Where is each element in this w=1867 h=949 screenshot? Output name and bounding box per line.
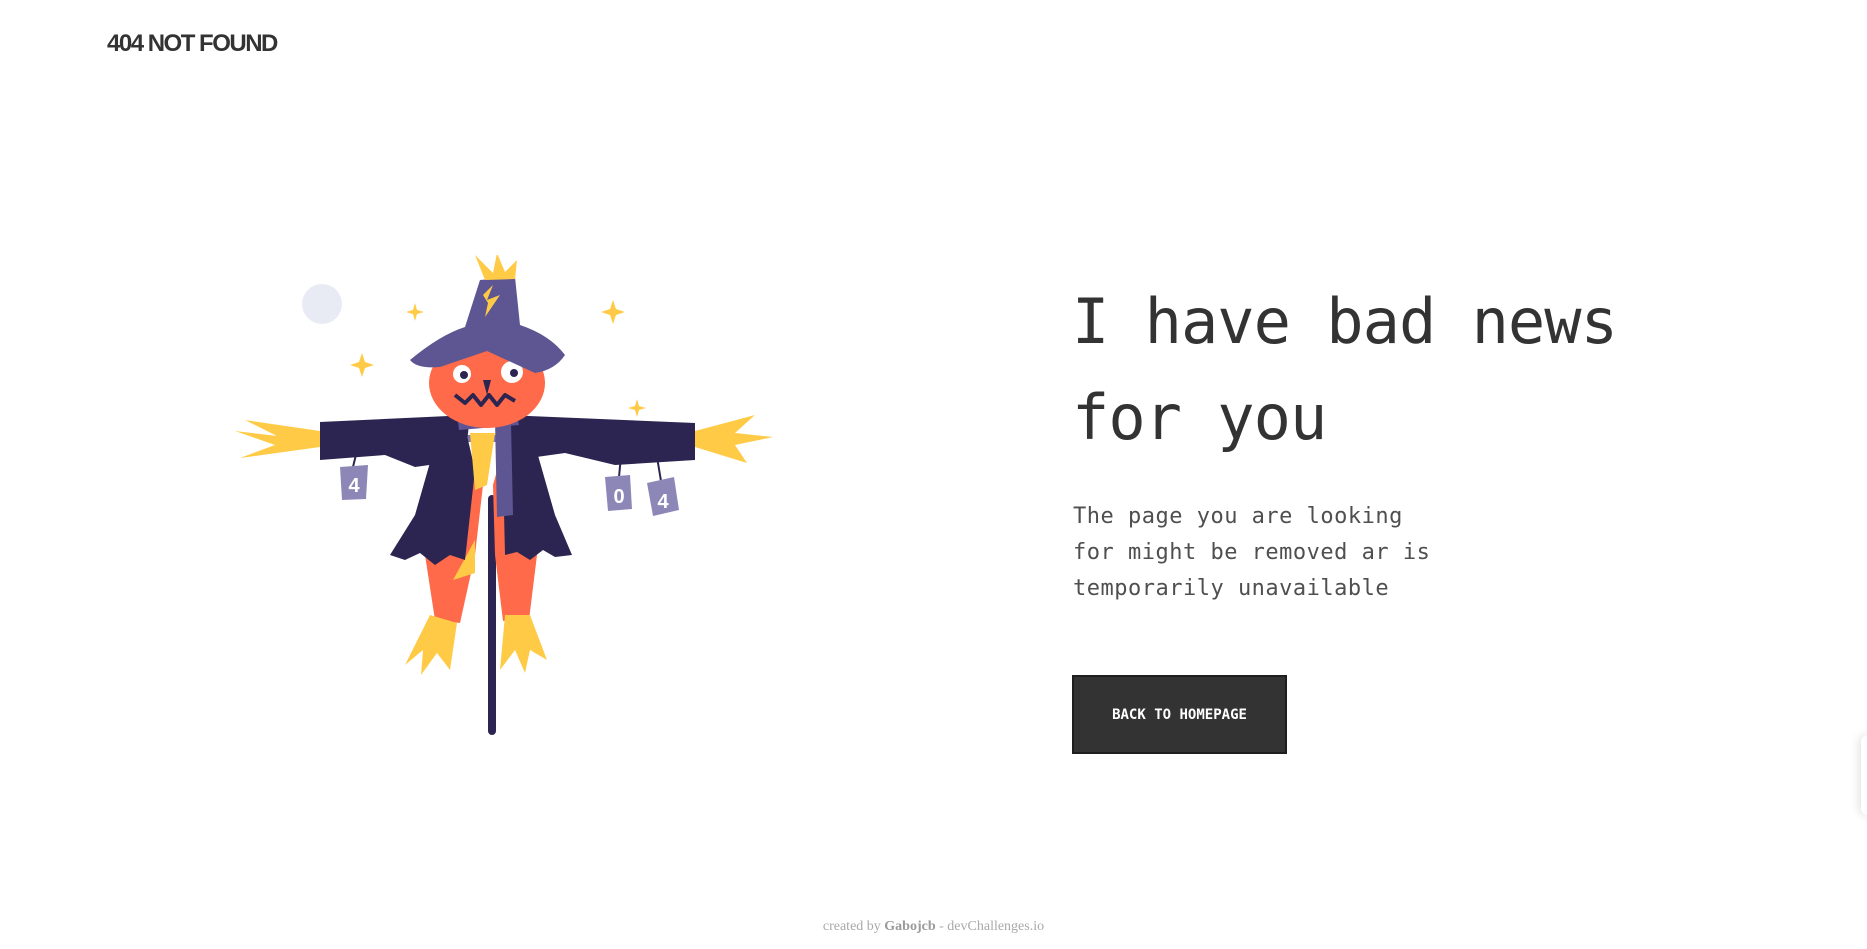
can-right: 4 — [647, 477, 679, 516]
headline-line-1: I have bad news — [1072, 285, 1618, 358]
back-to-homepage-button[interactable]: BACK TO HOMEPAGE — [1072, 675, 1287, 754]
can-middle: 0 — [605, 475, 632, 511]
description-line-2: for might be removed ar is — [1073, 540, 1431, 565]
edge-tab — [1861, 735, 1867, 815]
can-left: 4 — [340, 465, 368, 500]
sparkle-icon — [406, 303, 424, 321]
moon-icon — [302, 284, 342, 324]
page-description: The page you are looking for might be re… — [1073, 499, 1453, 607]
back-to-homepage-label: BACK TO HOMEPAGE — [1112, 706, 1247, 723]
headline-line-2: for you — [1072, 381, 1327, 454]
footer-prefix: created by — [822, 919, 885, 934]
can-left-label: 4 — [348, 475, 360, 497]
footer-suffix: - devChallenges.io — [935, 919, 1045, 934]
page-headline: I have bad news for you — [1072, 274, 1792, 466]
footer-author[interactable]: Gabojcb — [884, 919, 935, 934]
can-right-label: 4 — [657, 491, 669, 513]
brand-title: 404 NOT FOUND — [107, 30, 278, 57]
sparkle-icon — [601, 300, 625, 324]
sparkle-icon — [628, 399, 646, 417]
can-middle-label: 0 — [613, 486, 624, 508]
sparkle-icon — [350, 353, 374, 377]
description-line-1: The page you are looking — [1073, 504, 1403, 529]
footer-credit: created by Gabojcb - devChallenges.io — [0, 919, 1867, 935]
scarecrow-illustration: 4 0 4 — [225, 255, 795, 735]
description-line-3: temporarily unavailable — [1073, 576, 1390, 601]
